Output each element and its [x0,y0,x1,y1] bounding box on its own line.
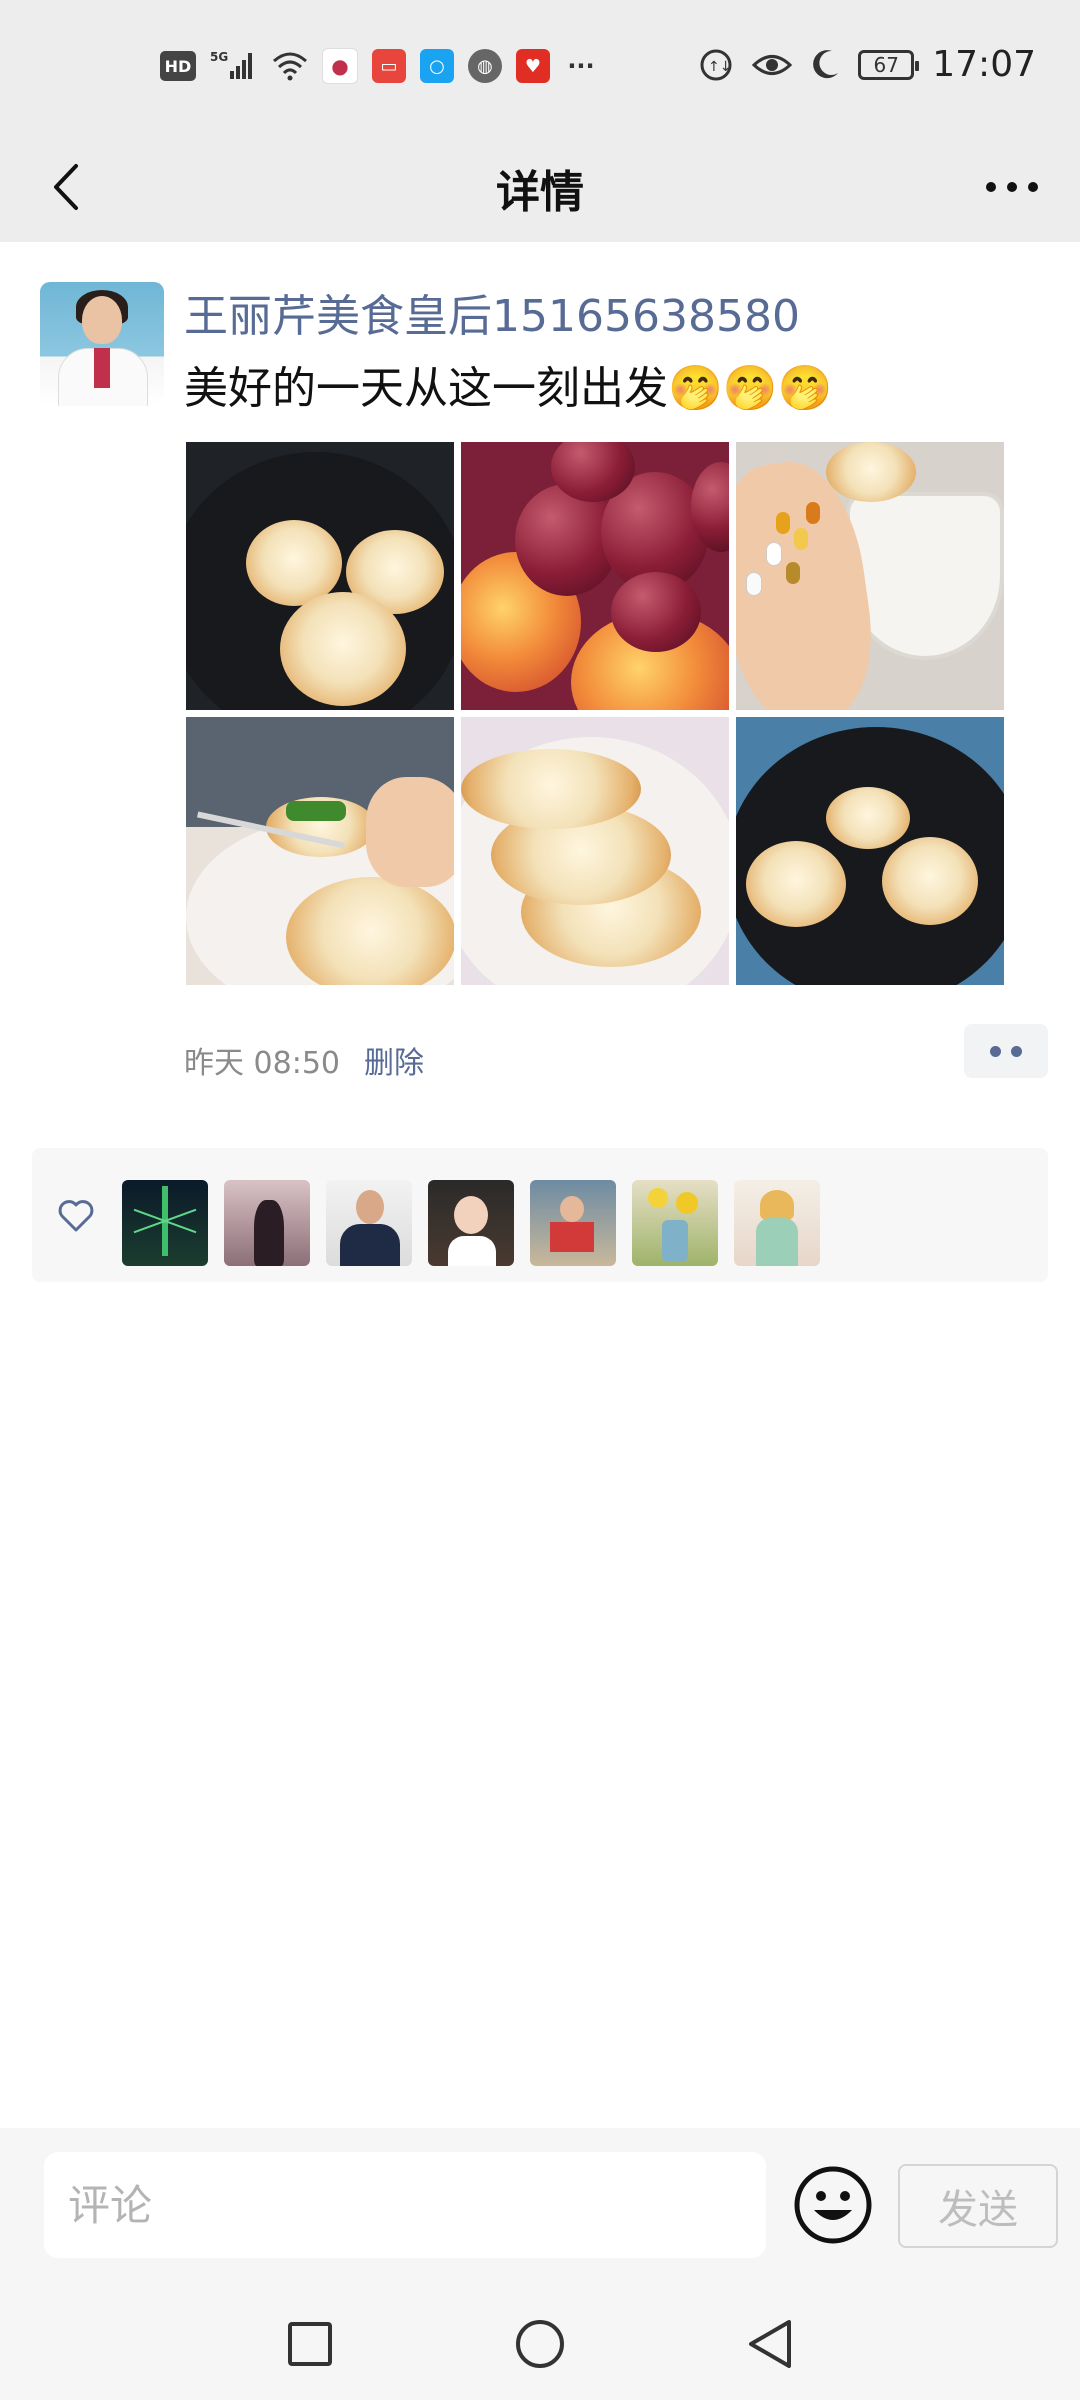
data-saver-icon: ↑↓ [700,49,732,80]
post-content: 美好的一天从这一刻出发🤭🤭🤭 [184,363,833,414]
photo-1[interactable] [186,442,454,710]
search-app-icon: ○ [420,49,454,83]
dot-icon [990,1045,1001,1057]
signal-icon: 5G [210,49,258,83]
shopping-app-icon: ♥ [516,49,550,83]
send-button[interactable]: 发送 [898,2164,1058,2248]
hd-icon: HD [160,51,196,81]
more-options-button[interactable] [972,152,1052,222]
svg-text:↑↓: ↑↓ [708,59,731,75]
liker-avatar[interactable] [734,1180,820,1266]
more-notifications-icon: ··· [567,52,595,80]
wifi-icon [272,49,308,83]
photo-2[interactable] [461,442,729,710]
book-icon: ▭ [372,49,406,83]
back-nav-button[interactable] [738,2312,802,2376]
recents-button[interactable] [278,2312,342,2376]
svg-text:5G: 5G [210,50,228,64]
title-bar: 详情 [0,130,1080,242]
photo-4[interactable] [186,717,454,985]
battery-icon: 67 [858,49,920,80]
moon-icon [813,49,839,78]
likes-panel [32,1148,1048,1282]
status-bar: HD 5G ● ▭ ○ ◍ ♥ ··· ↑↓ 67 17:07 [0,0,1080,130]
liker-avatar[interactable] [428,1180,514,1266]
liker-avatars [122,1180,820,1266]
heart-icon [58,1200,94,1232]
photo-3[interactable] [736,442,1004,710]
dot-icon [1011,1045,1022,1057]
globe-icon: ◍ [468,49,502,83]
liker-avatar[interactable] [632,1180,718,1266]
app-icon-music: ● [322,48,358,84]
liker-avatar[interactable] [326,1180,412,1266]
delete-link[interactable]: 删除 [364,1038,424,1082]
more-dots-icon [986,182,1038,192]
status-icons-left: HD 5G ● ▭ ○ ◍ ♥ ··· [160,48,598,84]
circle-icon [516,2320,564,2368]
home-button[interactable] [508,2312,572,2376]
avatar[interactable] [40,282,164,406]
post-author-name[interactable]: 王丽芹美食皇后15165638580 [184,280,800,344]
page-title: 详情 [496,167,584,218]
square-icon [288,2322,332,2366]
photo-6[interactable] [736,717,1004,985]
photo-5[interactable] [461,717,729,985]
liker-avatar[interactable] [122,1180,208,1266]
emoji-icon[interactable] [792,2164,874,2246]
photo-grid [186,442,1006,985]
liker-avatar[interactable] [530,1180,616,1266]
eye-icon [752,54,793,75]
triangle-back-icon [749,2320,791,2368]
status-icons-right: ↑↓ 67 17:07 [698,44,1036,85]
liker-avatar[interactable] [224,1180,310,1266]
post-timestamp: 昨天 08:50 [184,1046,340,1081]
like-comment-button[interactable] [964,1024,1048,1078]
comment-input[interactable] [44,2152,766,2258]
clock: 17:07 [932,44,1036,85]
system-nav-bar [0,2290,1080,2400]
